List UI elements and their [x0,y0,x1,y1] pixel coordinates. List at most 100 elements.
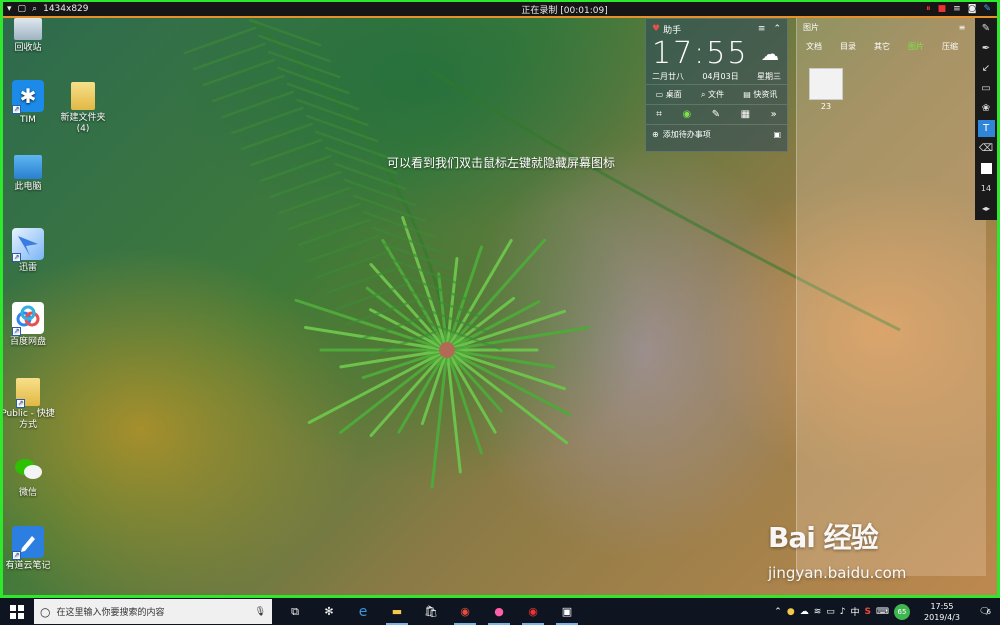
xunlei-icon: ↗ [12,228,44,262]
tab-other[interactable]: 其它 [865,36,899,58]
marker-tool-icon[interactable]: ✒ [978,40,995,57]
add-todo-label: 添加待办事项 [662,130,711,139]
camera-icon[interactable]: ◙ [968,4,977,14]
pine-needle [267,50,341,79]
taskbar-clock[interactable]: 17:55 2019/4/3 [915,601,969,623]
panel-tabs: 文档 目录 其它 图片 压缩 [797,36,986,58]
tab-archives[interactable]: 压缩 [933,36,967,58]
store-icon: 🛍︎ [424,605,438,618]
search-icon[interactable]: ⌕ [32,4,37,14]
taskbar-app-edge[interactable]: e [346,598,380,625]
panel-menu-icon[interactable]: ≡ [959,23,966,32]
desktop-icon-label: 此电脑 [14,182,42,192]
eraser-tool-icon[interactable]: ⌫ [978,140,995,157]
pine-needle [212,74,285,103]
taskbar-app-store[interactable]: 🛍︎ [414,598,448,625]
text-tool-icon[interactable]: T [977,120,995,137]
wifi-icon[interactable]: ≋ [814,607,822,617]
pencil-tool-icon[interactable]: ✎ [978,20,995,37]
widget-news-button[interactable]: ▤ 快资讯 [743,89,777,100]
desktop-icon-recycle-bin[interactable]: 回收站 [0,18,63,54]
notification-count: 6 [986,607,991,616]
paint-tool-icon[interactable]: ❀ [978,100,995,117]
record-icon: ◉ [528,605,538,618]
system-tray: ⌃ ● ☁ ≋ ▭ ♪ 中 S ⌨ 65 17:55 2019/4/3 🗨︎ 6 [774,598,1000,625]
taskbar-app-colorful[interactable]: ● [482,598,516,625]
qr-icon[interactable]: ▣ [773,130,781,139]
add-todo-button[interactable]: ⊕ 添加待办事项 ▣ [646,124,787,144]
pinwheel-icon: ✻ [324,605,334,618]
pine-needle [250,138,323,167]
taskbar-app-chrome[interactable]: ◉ [448,598,482,625]
desktop-icon-label: TIM [20,115,36,125]
list-icon[interactable]: ▦ [741,109,750,120]
tab-directory[interactable]: 目录 [831,36,865,58]
desktop-icon-youdao-note[interactable]: ↗ 有道云笔记 [0,526,63,572]
taskbar-app-pinwheel[interactable]: ✻ [312,598,346,625]
keyboard-icon[interactable]: ⌨ [876,607,889,617]
desktop-icon-label: 迅雷 [18,263,37,273]
edit-icon[interactable]: ✎ [712,109,720,120]
menu-icon[interactable]: ≡ [758,24,766,34]
taskbar: ○ 在这里输入你要搜索的内容 🎙︎ ⧉ ✻ e ▬ 🛍︎ ◉ ● ◉ ▣ ⌃ ●… [0,598,1000,625]
color-swatch[interactable] [978,160,995,177]
desktop-icon-xunlei[interactable]: ↗ 迅雷 [0,228,63,274]
taskbar-app-capture[interactable]: ▣ [550,598,584,625]
taskbar-app-explorer[interactable]: ▬ [380,598,414,625]
desktop-icon-this-pc[interactable]: 此电脑 [0,155,63,193]
rectangle-tool-icon[interactable]: ▭ [978,80,995,97]
window-icon[interactable]: ▢ [18,4,27,14]
cloud-icon[interactable]: ☁ [800,607,809,617]
pine-needle [345,298,418,327]
search-placeholder: 在这里输入你要搜索的内容 [56,608,165,618]
recorder-toolbar: ▾ ▢ ⌕ 1434x829 正在录制 [00:01:09] ⏸ ■ ≡ ◙ ✎ [3,2,997,18]
dropdown-arrow-icon[interactable]: ▾ [7,4,12,14]
taskbar-app-recorder[interactable]: ◉ [516,598,550,625]
task-view-button[interactable]: ⧉ [278,598,312,625]
list-icon[interactable]: ≡ [953,4,961,14]
pine-needle [297,218,370,247]
microphone-icon[interactable]: 🎙︎ [255,607,266,617]
pine-needle [278,186,351,215]
screenshot-icon: ▣ [561,605,573,618]
volume-icon[interactable]: ♪ [840,607,846,617]
lunar-date: 二月廿八 [652,72,684,81]
image-thumbnail[interactable] [809,68,843,100]
tab-documents[interactable]: 文档 [797,36,831,58]
watermark-title: Bai 经验 [768,521,879,554]
collapse-icon[interactable]: ⌃ [773,24,781,34]
widget-file-button[interactable]: ⌕ 文件 [701,89,724,100]
arrow-tool-icon[interactable]: ↙ [978,60,995,77]
notification-center-button[interactable]: 🗨︎ 6 [974,598,996,625]
thumbnail-label: 23 [820,102,832,111]
ime-indicator[interactable]: 中 [851,605,860,618]
font-size-value[interactable]: 14 [978,180,995,197]
battery-icon[interactable]: ▭ [826,607,835,617]
desktop-icon-new-folder[interactable]: 新建文件夹 (4) [48,82,118,135]
stop-icon[interactable]: ■ [938,4,947,14]
pause-icon[interactable]: ⏸ [926,4,931,14]
desktop-icon-wechat[interactable]: 微信 [0,453,63,499]
security-badge[interactable]: 65 [894,603,910,620]
crop-icon[interactable]: ⌗ [656,109,662,120]
expand-arrows-icon[interactable]: ◂▸ [978,200,995,217]
more-icon[interactable]: » [771,109,777,120]
taskbar-search[interactable]: ○ 在这里输入你要搜索的内容 🎙︎ [34,599,272,624]
folder-shortcut-icon: ↗ [16,378,40,408]
shortcut-arrow-icon: ↗ [12,327,21,336]
sogou-icon[interactable]: S [865,607,871,617]
tab-images[interactable]: 图片 [899,36,933,58]
tray-expand-icon[interactable]: ⌃ [774,607,782,617]
desktop-icon-public-shortcut[interactable]: ↗ Public - 快捷 方式 [0,378,63,431]
widget-desktop-button[interactable]: ▭ 桌面 [656,89,682,100]
start-button[interactable] [0,598,34,625]
wechat-icon [12,453,44,485]
pine-needle [240,122,313,151]
shortcut-arrow-icon: ↗ [12,551,21,560]
tray-app-icon[interactable]: ● [787,607,795,617]
task-view-icon: ⧉ [291,604,299,618]
panel-title: 图片 [803,22,819,32]
eye-icon[interactable]: ◉ [682,109,691,120]
desktop-icon-baidu-netdisk[interactable]: ↗ 百度网盘 [0,302,63,348]
pen-icon[interactable]: ✎ [983,4,991,14]
